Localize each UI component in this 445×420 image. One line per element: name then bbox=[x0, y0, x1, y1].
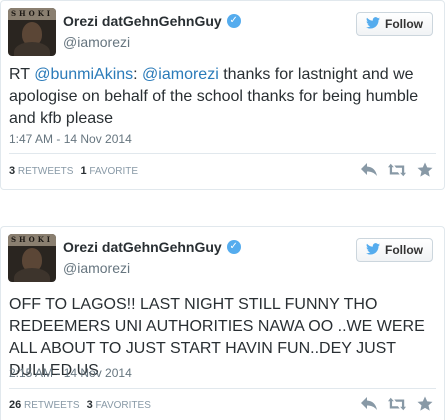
mention-link[interactable]: @bunmiAkins bbox=[34, 66, 133, 83]
twitter-bird-icon bbox=[366, 243, 380, 257]
name-row: Orezi datGehnGehnGuy ✓ bbox=[63, 13, 241, 29]
retweets-count: 3 bbox=[9, 165, 16, 177]
favorites-label: FAVORITE bbox=[89, 166, 139, 177]
follow-button[interactable]: Follow bbox=[356, 238, 433, 262]
favorites-count: 3 bbox=[86, 399, 93, 411]
retweet-icon[interactable] bbox=[388, 395, 406, 413]
tweet-timestamp[interactable]: 2:15 AM - 14 Nov 2014 bbox=[9, 366, 132, 380]
tweet-text-separator: : bbox=[133, 66, 143, 83]
avatar-brand-text: SHOKI bbox=[10, 9, 54, 18]
tweet-card: SHOKI Orezi datGehnGehnGuy ✓ @iamorezi F… bbox=[0, 226, 445, 420]
tweet-actions bbox=[360, 161, 434, 179]
favorites-stat[interactable]: 3 FAVORITES bbox=[87, 399, 151, 411]
mention-link[interactable]: @iamorezi bbox=[142, 66, 219, 83]
display-name[interactable]: Orezi datGehnGehnGuy bbox=[63, 239, 222, 255]
retweets-count: 26 bbox=[9, 399, 22, 411]
reply-icon[interactable] bbox=[360, 161, 378, 179]
tweet-timestamp[interactable]: 1:47 AM - 14 Nov 2014 bbox=[9, 132, 132, 146]
avatar-shoulders bbox=[14, 42, 50, 56]
reply-icon[interactable] bbox=[360, 395, 378, 413]
favorite-icon[interactable] bbox=[416, 395, 434, 413]
avatar-shoulders bbox=[14, 268, 50, 282]
retweets-stat[interactable]: 3 RETWEETS bbox=[9, 165, 73, 177]
follow-button[interactable]: Follow bbox=[356, 12, 433, 36]
twitter-bird-icon bbox=[366, 17, 380, 31]
follow-label: Follow bbox=[385, 243, 423, 257]
favorites-stat[interactable]: 1 FAVORITE bbox=[80, 165, 138, 177]
favorites-label: FAVORITES bbox=[95, 400, 151, 411]
tweet-stats: 3 RETWEETS 1 FAVORITE bbox=[9, 165, 138, 177]
tweet-text-prefix: RT bbox=[9, 66, 35, 83]
favorite-icon[interactable] bbox=[416, 161, 434, 179]
retweets-label: RETWEETS bbox=[24, 400, 80, 411]
follow-label: Follow bbox=[385, 17, 423, 31]
name-row: Orezi datGehnGehnGuy ✓ bbox=[63, 239, 241, 255]
tweet-actions bbox=[360, 395, 434, 413]
tweet-card: SHOKI Orezi datGehnGehnGuy ✓ @iamorezi F… bbox=[0, 0, 445, 190]
retweets-stat[interactable]: 26 RETWEETS bbox=[9, 399, 80, 411]
tweet-text: RT @bunmiAkins: @iamorezi thanks for las… bbox=[9, 64, 437, 130]
avatar-brand-text: SHOKI bbox=[10, 235, 54, 244]
verified-badge-icon: ✓ bbox=[226, 240, 241, 254]
favorites-count: 1 bbox=[80, 165, 87, 177]
user-handle[interactable]: @iamorezi bbox=[63, 34, 130, 50]
divider bbox=[9, 388, 436, 389]
retweet-icon[interactable] bbox=[388, 161, 406, 179]
user-handle[interactable]: @iamorezi bbox=[63, 260, 130, 276]
verified-badge-icon: ✓ bbox=[226, 14, 241, 28]
divider bbox=[9, 153, 436, 154]
retweets-label: RETWEETS bbox=[17, 166, 74, 177]
tweet-stats: 26 RETWEETS 3 FAVORITES bbox=[9, 399, 151, 411]
display-name[interactable]: Orezi datGehnGehnGuy bbox=[63, 13, 222, 29]
avatar[interactable]: SHOKI bbox=[8, 234, 56, 282]
avatar[interactable]: SHOKI bbox=[8, 8, 56, 56]
